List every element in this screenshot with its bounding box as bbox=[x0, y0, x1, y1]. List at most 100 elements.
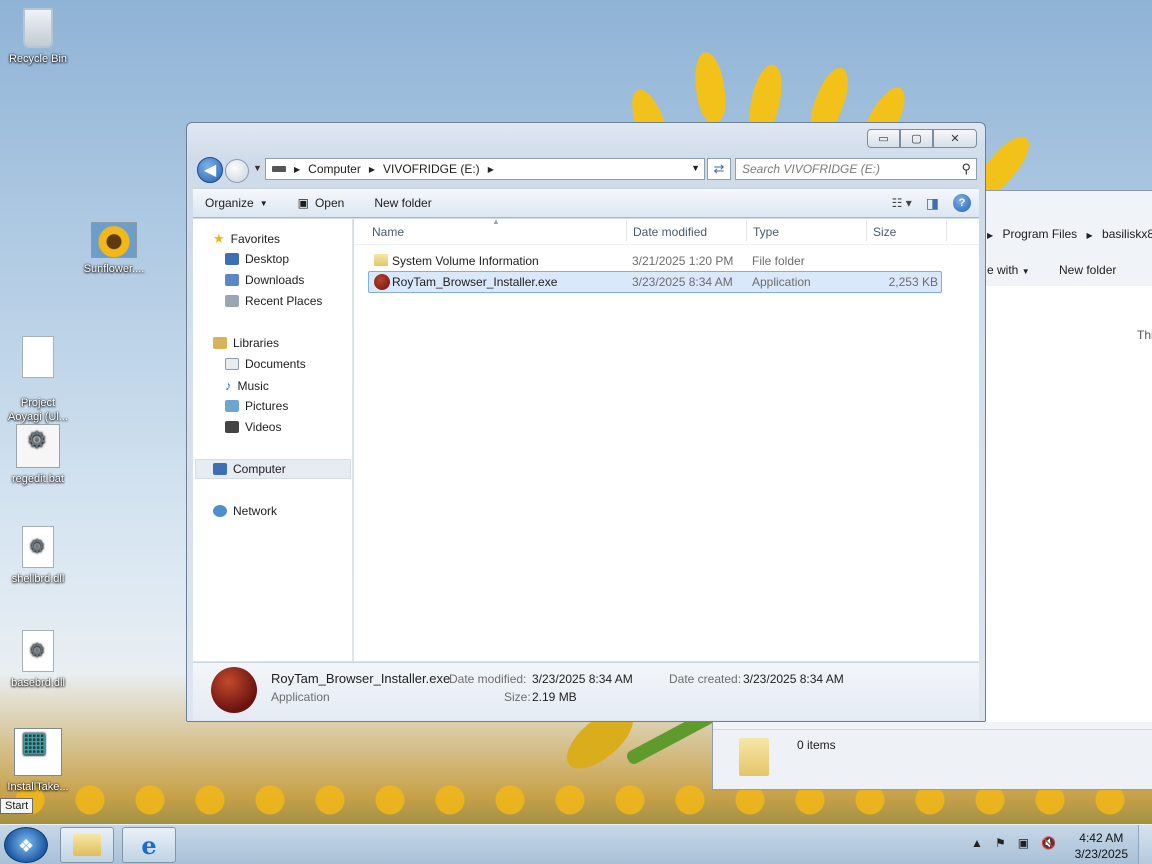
windows-logo-icon: ❖ bbox=[18, 836, 35, 856]
explorer-window[interactable]: ▭ ▢ ✕ ◀ ▼ ▶ Computer ▶ VIVOFRIDGE (E:) ▶… bbox=[186, 122, 986, 722]
nav-label: Libraries bbox=[233, 336, 280, 350]
file-name: RoyTam_Browser_Installer.exe bbox=[392, 275, 558, 289]
nav-item-desktop[interactable]: Desktop bbox=[225, 252, 289, 266]
dll-file-icon bbox=[22, 630, 54, 672]
table-row[interactable]: RoyTam_Browser_Installer.exe 3/23/2025 8… bbox=[368, 271, 942, 293]
column-divider[interactable] bbox=[866, 221, 867, 241]
nav-label: Desktop bbox=[245, 252, 290, 266]
nav-label: Videos bbox=[245, 420, 282, 434]
view-options-button[interactable]: ☷ ▾ bbox=[892, 196, 912, 210]
nav-item-videos[interactable]: Videos bbox=[225, 420, 281, 434]
network-icon bbox=[213, 505, 227, 517]
taskbar-explorer-button[interactable] bbox=[60, 827, 114, 863]
nav-label: Documents bbox=[245, 357, 306, 371]
nav-item-recent-places[interactable]: Recent Places bbox=[225, 294, 322, 308]
column-type[interactable]: Type bbox=[753, 225, 779, 239]
help-button[interactable]: ? bbox=[953, 194, 971, 212]
open-button[interactable]: ▣ Open bbox=[298, 196, 345, 210]
minimize-button[interactable]: ▭ bbox=[867, 129, 900, 148]
file-list[interactable]: ▲ Name Date modified Type Size System Vo… bbox=[354, 217, 979, 661]
show-hidden-icons-button[interactable]: ▲ bbox=[971, 836, 983, 850]
desktop-icon-project-aoyagi[interactable]: Project Aoyagi (Ul... bbox=[0, 322, 76, 424]
desktop-icon-installtake[interactable]: InstallTake... bbox=[0, 728, 76, 794]
nav-item-favorites[interactable]: ★ Favorites bbox=[213, 231, 280, 247]
drive-icon bbox=[272, 166, 286, 172]
preview-pane-button[interactable]: ◨ bbox=[926, 195, 939, 212]
address-segment-computer[interactable]: Computer bbox=[308, 162, 361, 176]
network-status-icon[interactable]: ▣ bbox=[1018, 836, 1029, 850]
desktop-icon-label: InstallTake... bbox=[7, 781, 69, 793]
start-button[interactable]: ❖ bbox=[4, 827, 48, 863]
show-desktop-button[interactable] bbox=[1138, 825, 1152, 864]
view-controls: ☷ ▾ ◨ ? bbox=[892, 194, 971, 212]
nav-item-pictures[interactable]: Pictures bbox=[225, 399, 288, 413]
start-tooltip: Start bbox=[0, 798, 34, 814]
command-bar: Organize ▼ ▣ Open New folder ☷ ▾ ◨ ? bbox=[193, 188, 979, 218]
taskbar: ❖ e ▲ ⚑ ▣ 🔇 4:42 AM 3/23/2025 bbox=[0, 824, 1152, 864]
downloads-icon bbox=[225, 274, 239, 286]
refresh-icon: ⇄ bbox=[713, 161, 725, 176]
nav-item-libraries[interactable]: Libraries bbox=[213, 336, 279, 350]
maximize-button[interactable]: ▢ bbox=[900, 129, 933, 148]
file-type: File folder bbox=[752, 254, 805, 268]
nav-item-documents[interactable]: Documents bbox=[225, 357, 306, 371]
nav-item-computer[interactable]: Computer bbox=[213, 462, 286, 476]
dll-file-icon bbox=[22, 526, 54, 568]
column-divider[interactable] bbox=[746, 221, 747, 241]
videos-icon bbox=[225, 421, 239, 433]
details-file-name: RoyTam_Browser_Installer.exe bbox=[271, 671, 451, 686]
clock[interactable]: 4:42 AM 3/23/2025 bbox=[1075, 830, 1128, 862]
desktop-icon-sunflower[interactable]: Sunflower.... bbox=[76, 222, 152, 276]
documents-icon bbox=[225, 358, 239, 370]
new-folder-button[interactable]: New folder bbox=[1059, 263, 1116, 277]
desktop-icon bbox=[225, 253, 239, 265]
forward-button[interactable] bbox=[225, 159, 249, 183]
column-date-modified[interactable]: Date modified bbox=[633, 225, 707, 239]
breadcrumb[interactable]: ▶ Program Files ▶ basiliskx86 bbox=[987, 227, 1152, 241]
breadcrumb-separator-icon: ▶ bbox=[294, 164, 301, 174]
column-divider[interactable] bbox=[626, 221, 627, 241]
action-center-flag-icon[interactable]: ⚑ bbox=[995, 836, 1006, 850]
search-input[interactable]: Search VIVOFRIDGE (E:) ⚲ bbox=[735, 158, 977, 180]
breadcrumb-program-files[interactable]: Program Files bbox=[1003, 227, 1078, 241]
share-with-button[interactable]: e with ▼ bbox=[987, 263, 1030, 277]
search-placeholder: Search VIVOFRIDGE (E:) bbox=[742, 162, 881, 176]
nav-item-network[interactable]: Network bbox=[213, 504, 277, 518]
star-icon: ★ bbox=[213, 231, 225, 246]
caption-buttons: ▭ ▢ ✕ bbox=[867, 129, 977, 148]
application-icon bbox=[374, 274, 390, 290]
navigation-pane[interactable]: ★ Favorites Desktop Downloads Recent Pla… bbox=[193, 219, 353, 661]
organize-button[interactable]: Organize ▼ bbox=[205, 196, 268, 210]
desktop-icon-recycle-bin[interactable]: Recycle Bin bbox=[0, 8, 76, 66]
recent-pages-dropdown[interactable]: ▼ bbox=[253, 163, 262, 173]
new-folder-button[interactable]: New folder bbox=[374, 196, 431, 210]
file-date-modified: 3/21/2025 1:20 PM bbox=[632, 254, 734, 268]
application-icon bbox=[211, 667, 257, 713]
desktop-icon-regedit[interactable]: regedit.bat bbox=[0, 424, 76, 486]
desktop-icon-shellbrd[interactable]: shellbrd.dll bbox=[0, 526, 76, 586]
refresh-button[interactable]: ⇄ bbox=[707, 158, 731, 180]
breadcrumb-separator-icon: ▶ bbox=[987, 231, 994, 240]
breadcrumb-basiliskx86[interactable]: basiliskx86 bbox=[1102, 227, 1152, 241]
nav-label: Recent Places bbox=[245, 294, 323, 308]
libraries-icon bbox=[213, 337, 227, 349]
volume-muted-icon[interactable]: 🔇 bbox=[1041, 836, 1056, 850]
taskbar-ie-button[interactable]: e bbox=[122, 827, 176, 863]
item-count: 0 items bbox=[797, 738, 836, 752]
table-row[interactable]: System Volume Information 3/21/2025 1:20… bbox=[368, 250, 942, 272]
address-bar[interactable]: ▶ Computer ▶ VIVOFRIDGE (E:) ▶ ▼ bbox=[265, 158, 705, 180]
nav-item-music[interactable]: ♪ Music bbox=[225, 378, 269, 393]
column-name[interactable]: Name bbox=[372, 225, 404, 239]
wallpaper-petal bbox=[691, 50, 729, 124]
column-divider[interactable] bbox=[946, 221, 947, 241]
recent-places-icon bbox=[225, 295, 239, 307]
chevron-down-icon[interactable]: ▼ bbox=[691, 163, 700, 173]
desktop-icon-label: shellbrd.dll bbox=[11, 573, 65, 585]
close-button[interactable]: ✕ bbox=[933, 129, 977, 148]
desktop-icon-label: Sunflower.... bbox=[83, 263, 145, 275]
column-size[interactable]: Size bbox=[873, 225, 896, 239]
address-segment-drive[interactable]: VIVOFRIDGE (E:) bbox=[383, 162, 480, 176]
back-button[interactable]: ◀ bbox=[197, 157, 223, 183]
desktop-icon-basebrd[interactable]: basebrd.dll bbox=[0, 630, 76, 690]
nav-item-downloads[interactable]: Downloads bbox=[225, 273, 304, 287]
